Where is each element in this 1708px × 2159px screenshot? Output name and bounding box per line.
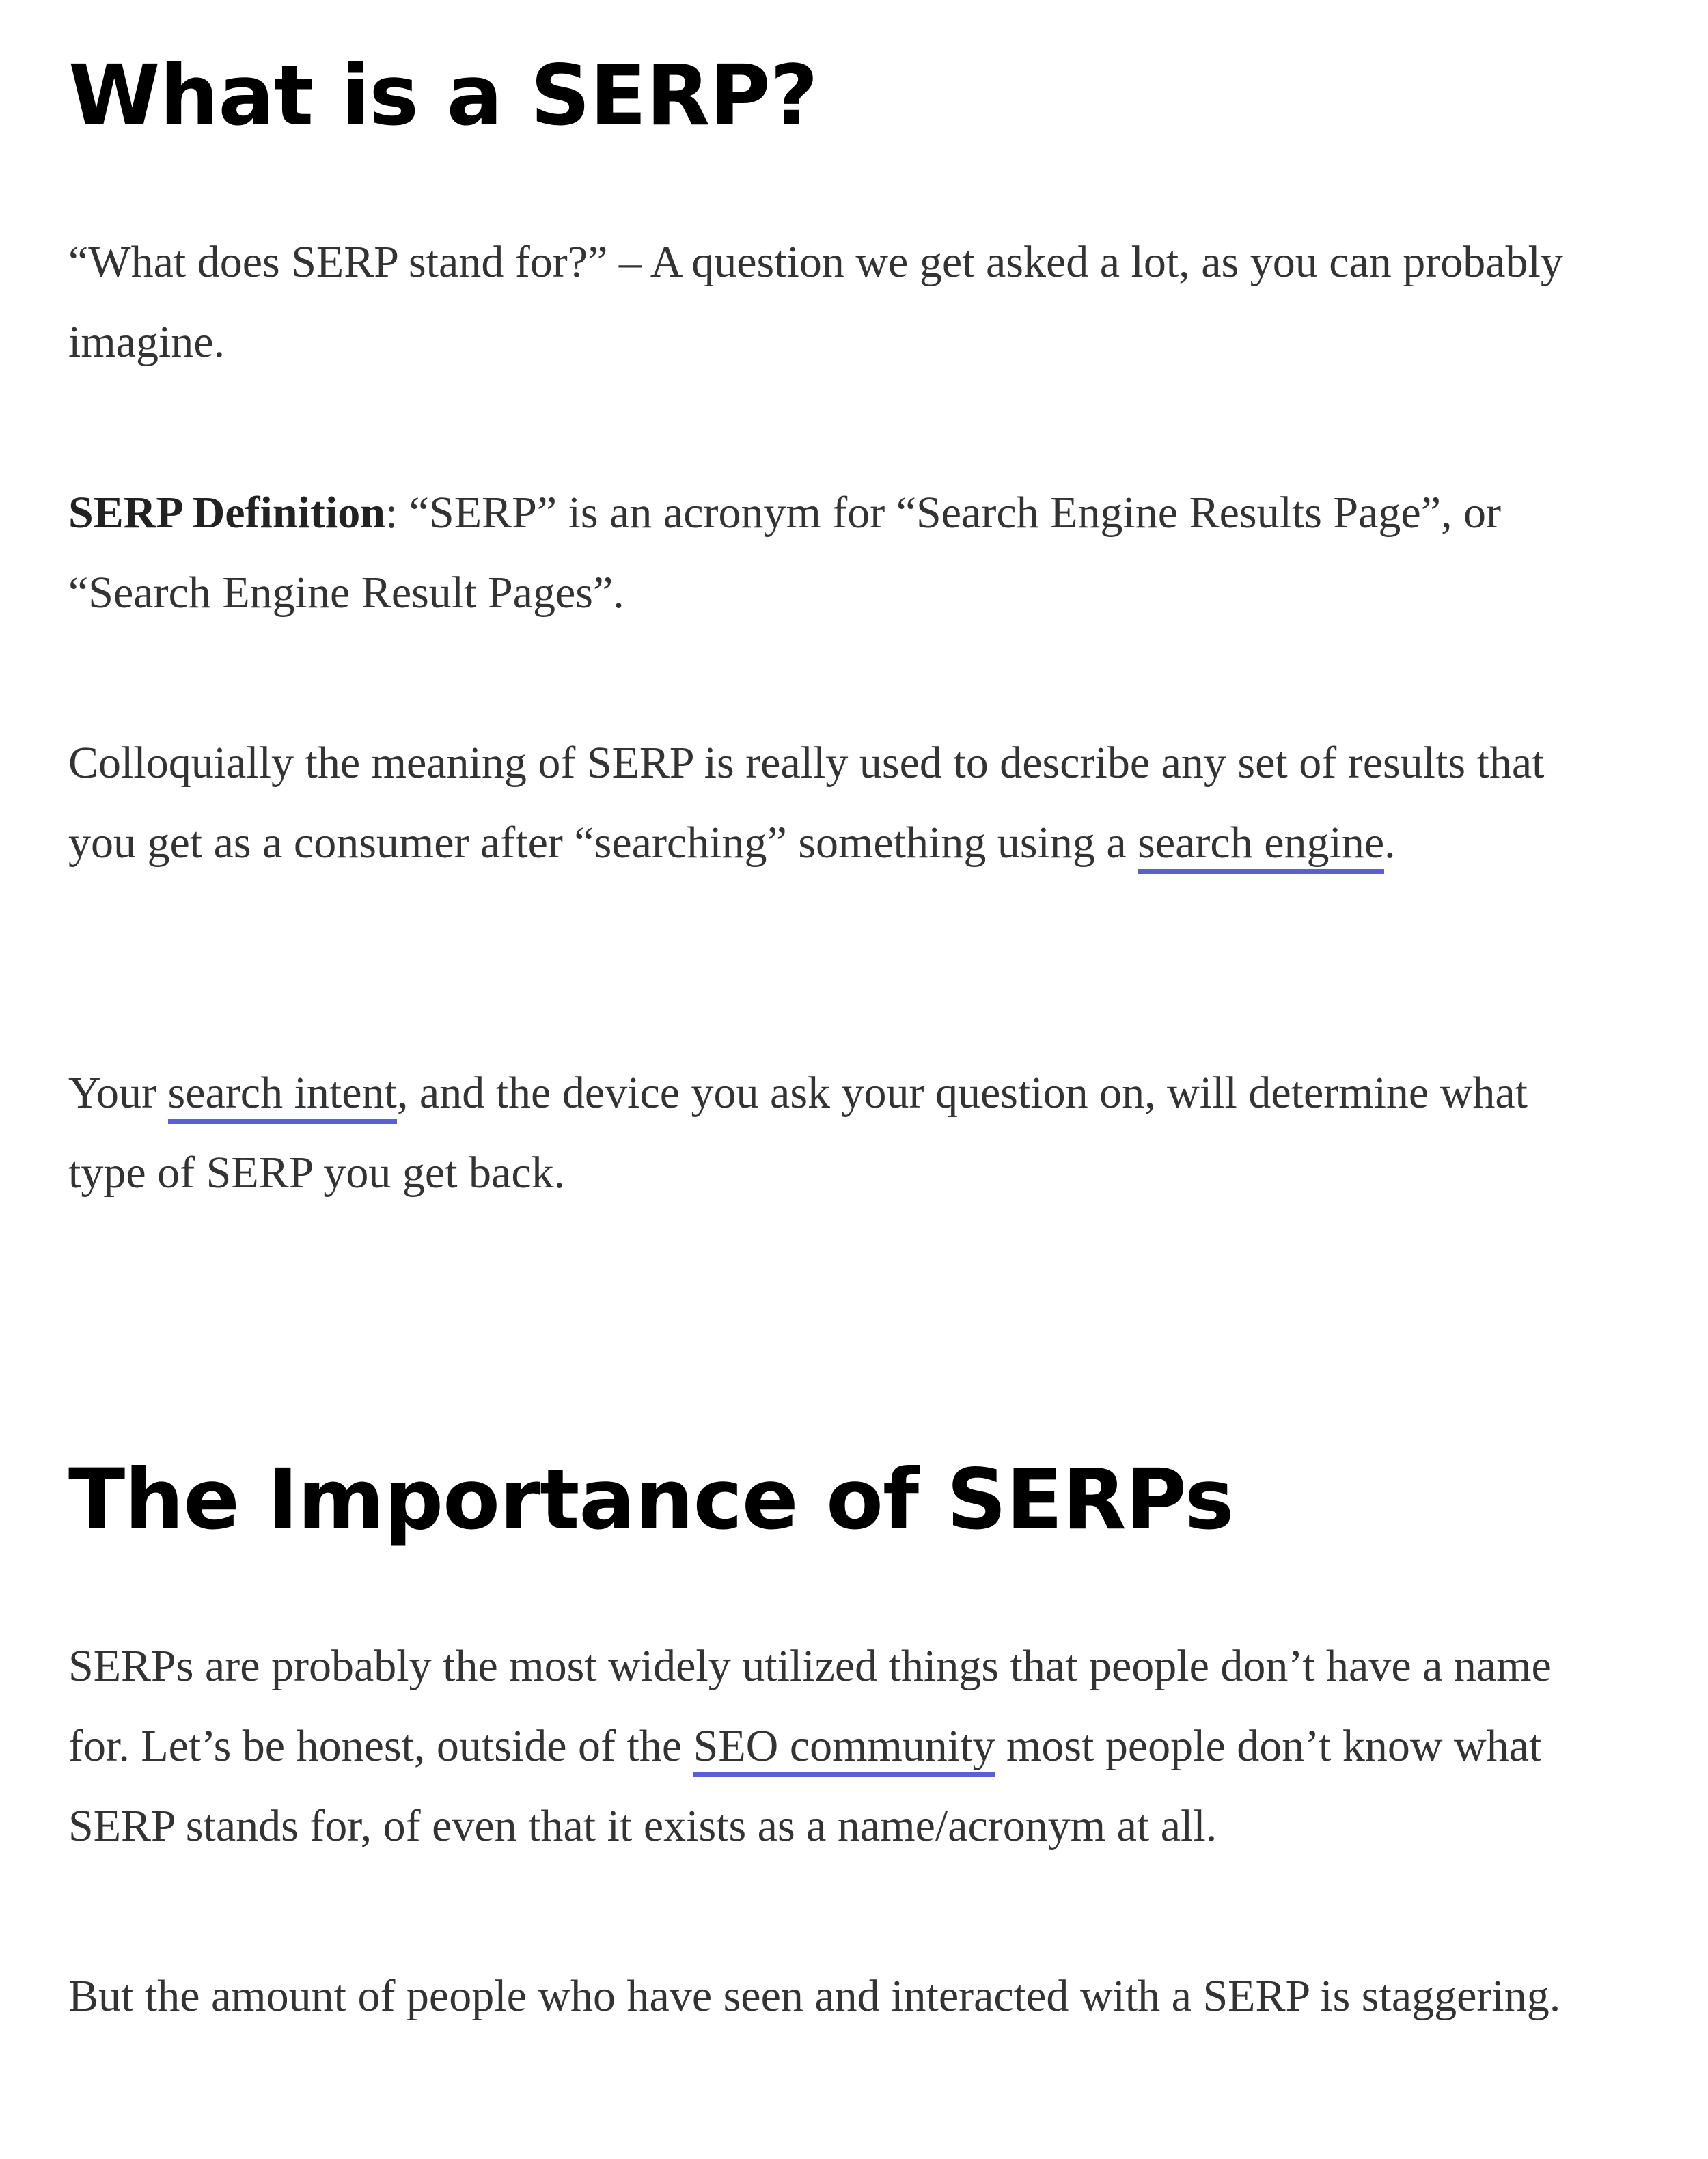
intent-text-start: Your — [68, 1068, 168, 1118]
search-engine-link[interactable]: search engine — [1138, 818, 1385, 874]
paragraph-intro: “What does SERP stand for?” – A question… — [68, 237, 1563, 367]
paragraph-widely-utilized: SERPs are probably the most widely utili… — [68, 1626, 1612, 1866]
heading-what-is-serp: What is a SERP? — [68, 47, 818, 144]
paragraph-definition: SERP Definition: “SERP” is an acronym fo… — [68, 473, 1612, 633]
heading-importance-of-serps: The Importance of SERPs — [68, 1451, 1235, 1548]
paragraph-colloquial: Colloquially the meaning of SERP is real… — [68, 723, 1612, 883]
colloquial-text-end: . — [1384, 818, 1396, 868]
seo-community-link[interactable]: SEO community — [693, 1721, 995, 1777]
paragraph-search-intent: Your search intent, and the device you a… — [68, 1053, 1612, 1213]
paragraph-staggering: But the amount of people who have seen a… — [68, 1971, 1561, 2021]
definition-label: SERP Definition — [68, 488, 385, 538]
search-intent-link[interactable]: search intent — [167, 1068, 397, 1124]
